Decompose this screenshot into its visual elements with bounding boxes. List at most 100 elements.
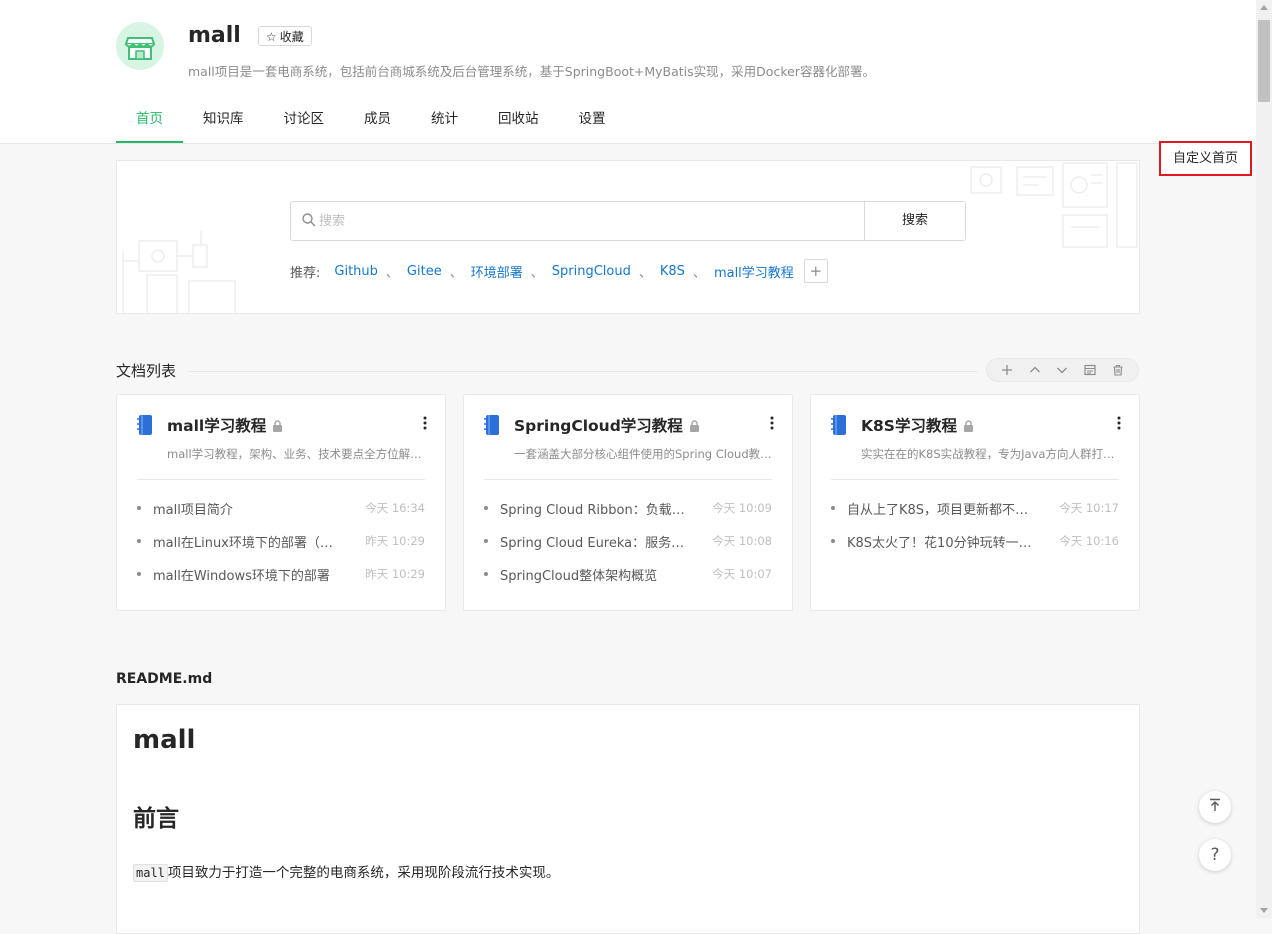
doc-item[interactable]: 自从上了K8S，项目更新都不带停机的！ 今天 10:17 bbox=[831, 499, 1119, 532]
doc-title: Spring Cloud Eureka：服务注册与发现 bbox=[500, 536, 690, 551]
help-icon: ? bbox=[1210, 845, 1220, 865]
recommend-link-gitee[interactable]: Gitee bbox=[407, 264, 442, 279]
readme-paragraph-text: 项目致力于打造一个完整的电商系统，采用现阶段流行技术实现。 bbox=[167, 865, 560, 881]
tab-members[interactable]: 成员 bbox=[344, 96, 411, 143]
star-outline-icon: ☆ bbox=[266, 30, 277, 44]
recommend-separator: 、 bbox=[692, 265, 706, 281]
project-header: mall ☆ 收藏 mall项目是一套电商系统，包括前台商城系统及后台管理系统，基… bbox=[0, 0, 1256, 144]
decorative-illustration-right bbox=[970, 162, 1138, 248]
search-card: 搜索 推荐: Github 、 Gitee 、 环境部署 、 SpringClo… bbox=[116, 160, 1140, 314]
doc-time: 今天 10:17 bbox=[1059, 501, 1119, 515]
recommend-separator: 、 bbox=[449, 265, 463, 281]
card-divider bbox=[831, 479, 1119, 480]
project-description: mall项目是一套电商系统，包括前台商城系统及后台管理系统，基于SpringBo… bbox=[188, 64, 875, 79]
doc-list: Spring Cloud Ribbon：负载均衡的服务调用 今天 10:09 Sp… bbox=[484, 499, 772, 598]
book-title[interactable]: SpringCloud学习教程 bbox=[514, 414, 700, 436]
bullet-icon bbox=[831, 539, 835, 543]
plus-icon[interactable] bbox=[999, 362, 1015, 378]
readme-paragraph: mall 项目致力于打造一个完整的电商系统，采用现阶段流行技术实现。 bbox=[133, 861, 560, 882]
doc-item[interactable]: mall在Windows环境下的部署 昨天 10:29 bbox=[137, 565, 425, 598]
book-title-text: mall学习教程 bbox=[167, 417, 267, 435]
back-to-top-button[interactable] bbox=[1199, 791, 1231, 823]
bullet-icon bbox=[137, 572, 141, 576]
recommend-link-springcloud[interactable]: SpringCloud bbox=[552, 264, 631, 279]
tab-knowledge-base[interactable]: 知识库 bbox=[183, 96, 264, 143]
recommend-separator: 、 bbox=[385, 265, 399, 281]
readme-heading-1: mall bbox=[133, 725, 196, 755]
bullet-icon bbox=[484, 539, 488, 543]
book-icon bbox=[136, 414, 154, 436]
doc-title: K8S太火了！花10分钟玩转一下！ bbox=[847, 536, 1037, 551]
bullet-icon bbox=[831, 506, 835, 510]
book-card[interactable]: SpringCloud学习教程 一套涵盖大部分核心组件使用的Spring Clo… bbox=[463, 394, 793, 611]
doc-item[interactable]: K8S太火了！花10分钟玩转一下！ 今天 10:16 bbox=[831, 532, 1119, 565]
book-card[interactable]: mall学习教程 mall学习教程，架构、业务、技术要点全方位解析。 mall项… bbox=[116, 394, 446, 611]
tab-settings[interactable]: 设置 bbox=[559, 96, 626, 143]
tab-home[interactable]: 首页 bbox=[116, 96, 183, 143]
doc-time: 今天 10:07 bbox=[712, 567, 772, 581]
readme-label: README.md bbox=[116, 671, 213, 687]
doc-time: 今天 10:09 bbox=[712, 501, 772, 515]
doc-item[interactable]: Spring Cloud Ribbon：负载均衡的服务调用 今天 10:09 bbox=[484, 499, 772, 532]
book-icon bbox=[483, 414, 501, 436]
recommend-link-mall-tutorial[interactable]: mall学习教程 bbox=[714, 262, 794, 281]
tab-recycle-bin[interactable]: 回收站 bbox=[478, 96, 559, 143]
recommend-link-k8s[interactable]: K8S bbox=[660, 264, 685, 279]
customize-home-button[interactable]: 自定义首页 bbox=[1159, 141, 1252, 176]
readme-card: mall 前言 mall 项目致力于打造一个完整的电商系统，采用现阶段流行技术实现… bbox=[116, 704, 1140, 934]
favorite-label: 收藏 bbox=[279, 30, 304, 44]
search-button[interactable]: 搜索 bbox=[864, 202, 965, 240]
more-options-icon[interactable] bbox=[419, 415, 431, 431]
tab-statistics[interactable]: 统计 bbox=[411, 96, 478, 143]
book-description: 一套涵盖大部分核心组件使用的Spring Cloud教程。 bbox=[514, 447, 776, 461]
book-title-text: SpringCloud学习教程 bbox=[514, 417, 683, 435]
recommend-link-github[interactable]: Github bbox=[334, 264, 378, 279]
more-options-icon[interactable] bbox=[1113, 415, 1125, 431]
recommend-separator: 、 bbox=[638, 265, 652, 281]
trash-icon[interactable] bbox=[1110, 362, 1126, 378]
doc-title: 自从上了K8S，项目更新都不带停机的！ bbox=[847, 503, 1037, 518]
bullet-icon bbox=[484, 506, 488, 510]
doc-list: 自从上了K8S，项目更新都不带停机的！ 今天 10:17 K8S太火了！花10分钟… bbox=[831, 499, 1119, 565]
bullet-icon bbox=[484, 572, 488, 576]
recommend-label: 推荐: bbox=[290, 265, 321, 281]
doc-time: 昨天 10:29 bbox=[365, 567, 425, 581]
search-input[interactable] bbox=[319, 202, 859, 240]
chevron-down-icon[interactable] bbox=[1054, 362, 1070, 378]
inline-code: mall bbox=[133, 864, 168, 882]
recommend-separator: 、 bbox=[530, 265, 544, 281]
doc-item[interactable]: mall项目简介 今天 16:34 bbox=[137, 499, 425, 532]
book-description: 实实在在的K8S实战教程，专为Java方向人群打造！ bbox=[861, 447, 1123, 461]
help-button[interactable]: ? bbox=[1199, 839, 1231, 871]
bullet-icon bbox=[137, 506, 141, 510]
add-recommend-button[interactable]: + bbox=[803, 259, 828, 283]
more-options-icon[interactable] bbox=[766, 415, 778, 431]
doc-item[interactable]: Spring Cloud Eureka：服务注册与发现 今天 10:08 bbox=[484, 532, 772, 565]
lock-icon bbox=[689, 418, 700, 436]
layout-icon[interactable] bbox=[1082, 362, 1098, 378]
doc-item[interactable]: mall在Linux环境下的部署（基于Docker容器） 昨天 10:29 bbox=[137, 532, 425, 565]
book-title[interactable]: K8S学习教程 bbox=[861, 414, 974, 436]
scroll-down-arrow-icon[interactable] bbox=[1260, 908, 1268, 913]
book-card[interactable]: K8S学习教程 实实在在的K8S实战教程，专为Java方向人群打造！ 自从上了K… bbox=[810, 394, 1140, 611]
scrollbar[interactable] bbox=[1256, 0, 1272, 918]
project-tabs: 首页 知识库 讨论区 成员 统计 回收站 设置 bbox=[116, 96, 626, 143]
doc-title: SpringCloud整体架构概览 bbox=[500, 569, 658, 584]
doc-item[interactable]: SpringCloud整体架构概览 今天 10:07 bbox=[484, 565, 772, 598]
book-icon bbox=[830, 414, 848, 436]
tab-discussion[interactable]: 讨论区 bbox=[264, 96, 345, 143]
recommend-link-env-deploy[interactable]: 环境部署 bbox=[471, 262, 523, 281]
book-title[interactable]: mall学习教程 bbox=[167, 414, 283, 436]
doc-list-title: 文档列表 bbox=[116, 362, 177, 380]
book-description: mall学习教程，架构、业务、技术要点全方位解析。 bbox=[167, 447, 429, 461]
lock-icon bbox=[272, 418, 283, 436]
favorite-button[interactable]: ☆ 收藏 bbox=[258, 26, 312, 46]
card-divider bbox=[137, 479, 425, 480]
decorative-illustration-left bbox=[122, 231, 236, 313]
search-icon bbox=[301, 212, 317, 228]
scroll-up-arrow-icon[interactable] bbox=[1260, 5, 1268, 10]
section-divider bbox=[188, 371, 978, 372]
scroll-thumb[interactable] bbox=[1258, 20, 1270, 102]
chevron-up-icon[interactable] bbox=[1027, 362, 1043, 378]
storefront-icon bbox=[116, 22, 164, 70]
